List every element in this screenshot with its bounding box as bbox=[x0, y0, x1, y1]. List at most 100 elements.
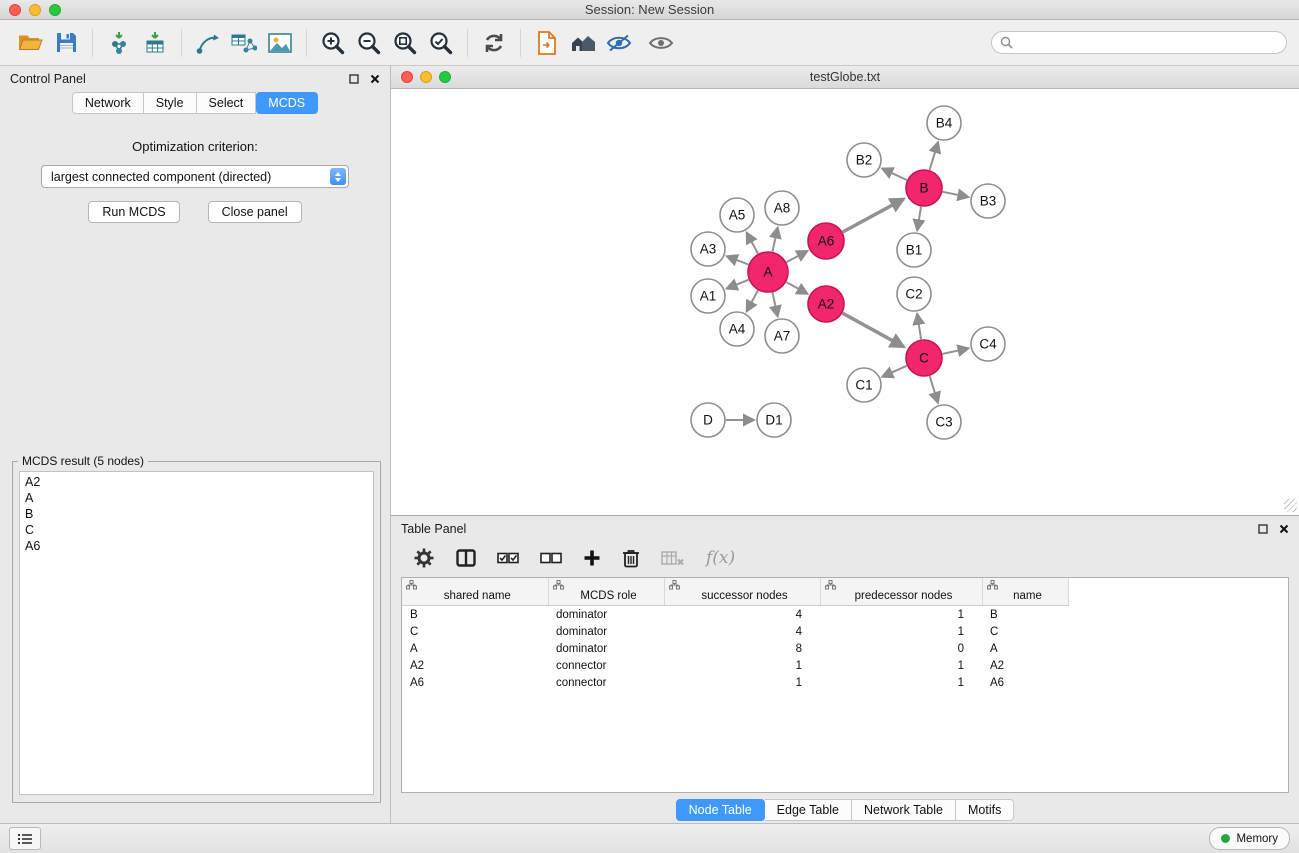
network-from-table-button[interactable] bbox=[226, 25, 262, 61]
network-node-A[interactable]: A bbox=[748, 252, 788, 292]
column-header-shared-name[interactable]: shared name bbox=[402, 578, 548, 606]
resize-grip[interactable] bbox=[1284, 499, 1297, 512]
tab-select[interactable]: Select bbox=[197, 92, 257, 114]
network-node-A7[interactable]: A7 bbox=[765, 319, 799, 353]
network-node-D1[interactable]: D1 bbox=[757, 403, 791, 437]
table-row[interactable]: A6connector11A6 bbox=[402, 674, 1068, 691]
network-node-B1[interactable]: B1 bbox=[897, 233, 931, 267]
network-minimize-button[interactable] bbox=[420, 71, 432, 83]
table-row[interactable]: Bdominator41B bbox=[402, 606, 1068, 624]
import-network-button[interactable] bbox=[101, 25, 137, 61]
column-header-predecessor-nodes[interactable]: predecessor nodes bbox=[820, 578, 982, 606]
network-edge-C-C3[interactable] bbox=[930, 376, 938, 403]
network-node-C4[interactable]: C4 bbox=[971, 327, 1005, 361]
tab-network[interactable]: Network bbox=[72, 92, 144, 114]
float-table-panel-button[interactable] bbox=[1258, 524, 1268, 534]
import-table-button[interactable] bbox=[137, 25, 173, 61]
network-node-A8[interactable]: A8 bbox=[765, 191, 799, 225]
run-mcds-button[interactable]: Run MCDS bbox=[88, 201, 179, 223]
network-node-B2[interactable]: B2 bbox=[847, 143, 881, 177]
network-edge-A-A5[interactable] bbox=[747, 233, 758, 254]
table-row[interactable]: Cdominator41C bbox=[402, 623, 1068, 640]
export-image-button[interactable] bbox=[262, 25, 298, 61]
network-node-C2[interactable]: C2 bbox=[897, 277, 931, 311]
home-button[interactable] bbox=[565, 25, 601, 61]
tab-node-table[interactable]: Node Table bbox=[676, 799, 765, 821]
network-edge-A-A3[interactable] bbox=[727, 256, 749, 264]
close-window-button[interactable] bbox=[9, 4, 21, 16]
network-node-D[interactable]: D bbox=[691, 403, 725, 437]
export-document-button[interactable] bbox=[529, 25, 565, 61]
show-columns-button[interactable] bbox=[456, 549, 476, 567]
minimize-window-button[interactable] bbox=[29, 4, 41, 16]
network-node-B[interactable]: B bbox=[906, 170, 942, 206]
network-canvas[interactable]: A A6 A2 B C A5 A8 A3 A1A4 A7 B2 B4 B3 B1 C2 C4 C1 C3 D D1 bbox=[391, 89, 1299, 514]
network-close-button[interactable] bbox=[401, 71, 413, 83]
save-session-button[interactable] bbox=[48, 25, 84, 61]
refresh-button[interactable] bbox=[476, 25, 512, 61]
table-settings-button[interactable] bbox=[413, 547, 435, 569]
close-table-panel-button[interactable] bbox=[1279, 524, 1289, 534]
network-edge-A6-B[interactable] bbox=[843, 199, 904, 232]
network-node-C3[interactable]: C3 bbox=[927, 405, 961, 439]
network-edge-A-A8[interactable] bbox=[773, 228, 778, 252]
table-row[interactable]: Adominator80A bbox=[402, 640, 1068, 657]
tab-edge-table[interactable]: Edge Table bbox=[765, 799, 852, 821]
style-button[interactable] bbox=[601, 25, 637, 61]
deselect-all-button[interactable] bbox=[540, 551, 562, 565]
tab-style[interactable]: Style bbox=[144, 92, 197, 114]
tab-motifs[interactable]: Motifs bbox=[956, 799, 1014, 821]
zoom-out-button[interactable] bbox=[351, 25, 387, 61]
network-edge-A-A7[interactable] bbox=[773, 293, 778, 317]
network-node-A1[interactable]: A1 bbox=[691, 279, 725, 313]
float-panel-button[interactable] bbox=[349, 74, 359, 84]
network-edge-B-B3[interactable] bbox=[943, 192, 969, 197]
delete-column-button[interactable] bbox=[622, 548, 640, 568]
network-edge-C-C1[interactable] bbox=[882, 366, 907, 377]
dropdown-stepper-icon bbox=[330, 168, 346, 185]
network-edge-A-A4[interactable] bbox=[747, 290, 758, 311]
network-node-B4[interactable]: B4 bbox=[927, 106, 961, 140]
select-all-button[interactable] bbox=[497, 551, 519, 565]
zoom-selected-button[interactable] bbox=[423, 25, 459, 61]
network-zoom-button[interactable] bbox=[439, 71, 451, 83]
zoom-window-button[interactable] bbox=[49, 4, 61, 16]
search-input[interactable] bbox=[991, 31, 1287, 54]
close-panel-button[interactable]: Close panel bbox=[208, 201, 302, 223]
network-edge-A2-C[interactable] bbox=[843, 313, 904, 347]
network-node-C1[interactable]: C1 bbox=[847, 368, 881, 402]
network-node-A2[interactable]: A2 bbox=[808, 286, 844, 322]
network-edge-C-C4[interactable] bbox=[943, 348, 969, 354]
column-header-name[interactable]: name bbox=[982, 578, 1068, 606]
criterion-dropdown[interactable]: largest connected component (directed) bbox=[41, 165, 349, 188]
table-row[interactable]: A2connector11A2 bbox=[402, 657, 1068, 674]
open-file-button[interactable] bbox=[12, 25, 48, 61]
column-header-MCDS-role[interactable]: MCDS role bbox=[548, 578, 664, 606]
network-node-B3[interactable]: B3 bbox=[971, 184, 1005, 218]
network-node-C[interactable]: C bbox=[906, 340, 942, 376]
network-edge-B-B1[interactable] bbox=[917, 207, 921, 231]
close-panel-icon-button[interactable] bbox=[370, 74, 380, 84]
network-node-A3[interactable]: A3 bbox=[691, 232, 725, 266]
network-edge-B-B2[interactable] bbox=[882, 169, 907, 181]
network-edge-A-A2[interactable] bbox=[786, 282, 807, 294]
function-builder-button[interactable]: f(x) bbox=[706, 548, 735, 568]
network-node-A5[interactable]: A5 bbox=[720, 198, 754, 232]
memory-button[interactable]: Memory bbox=[1209, 827, 1290, 850]
network-node-A4[interactable]: A4 bbox=[720, 312, 754, 346]
zoom-fit-button[interactable] bbox=[387, 25, 423, 61]
network-edge-B-B4[interactable] bbox=[930, 142, 939, 170]
share-network-button[interactable] bbox=[190, 25, 226, 61]
show-details-button[interactable] bbox=[643, 25, 679, 61]
zoom-in-button[interactable] bbox=[315, 25, 351, 61]
network-node-A6[interactable]: A6 bbox=[808, 223, 844, 259]
show-panels-button[interactable] bbox=[9, 827, 41, 850]
network-edge-A-A1[interactable] bbox=[727, 280, 749, 289]
tab-mcds[interactable]: MCDS bbox=[256, 92, 318, 114]
network-edge-C-C2[interactable] bbox=[917, 314, 921, 339]
network-edge-A-A6[interactable] bbox=[787, 251, 808, 262]
column-header-successor-nodes[interactable]: successor nodes bbox=[664, 578, 820, 606]
delete-table-button[interactable] bbox=[661, 549, 685, 567]
add-column-button[interactable] bbox=[583, 549, 601, 567]
tab-network-table[interactable]: Network Table bbox=[852, 799, 956, 821]
